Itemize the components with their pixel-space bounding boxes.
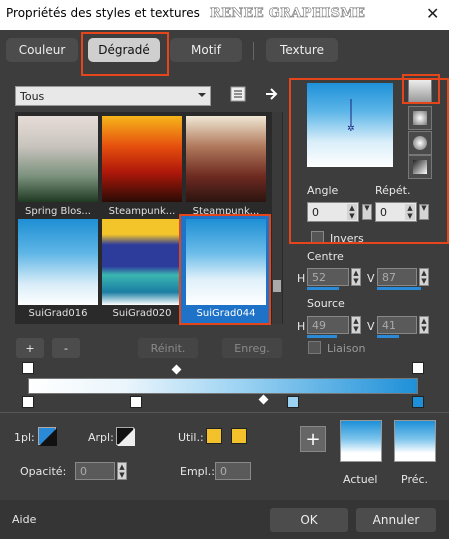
remove-gradient-button[interactable]: - [52,338,80,358]
highlight-tab-frame [81,32,169,76]
source-label: Source [307,297,345,310]
opacity-stepper[interactable]: 0 [75,462,115,480]
gradient-swatch-spring[interactable] [18,116,98,202]
center-h-value: 52 [312,270,326,284]
center-v-value: 87 [382,270,396,284]
tab-divider [253,42,254,60]
center-h-stepper[interactable]: 52 [307,268,349,286]
chevron-down-icon [198,93,206,97]
link-checkbox[interactable] [308,341,321,354]
library-scrollbar[interactable] [272,112,282,324]
close-button[interactable]: ✕ [426,4,439,23]
source-v-slider[interactable] [377,335,399,338]
reset-button[interactable]: Réinit. [138,338,198,358]
empl-label: Empl.: [180,465,215,478]
add-gradient-button[interactable]: + [16,338,44,358]
color-stop-selected[interactable] [287,396,299,408]
pl-label: 1pl: [14,431,35,444]
divider [0,412,449,413]
tab-bar: Couleur Dégradé Motif Texture [0,30,449,70]
actual-label: Actuel [343,473,378,486]
help-link[interactable]: Aide [12,513,36,526]
center-v-slider[interactable] [377,287,421,290]
category-dropdown[interactable]: Tous [15,86,211,106]
source-h-slider[interactable] [307,335,337,338]
title-bar: Propriétés des styles et textures RENEE … [0,0,449,30]
swatch-label: SuiGrad016 [28,308,88,319]
source-h-value: 49 [312,318,326,332]
util-label: Util.: [178,431,204,444]
util-color-swatch-2[interactable] [231,428,247,444]
spin-arrows-icon[interactable]: ▲ ▼ [419,316,429,334]
previous-gradient-swatch[interactable] [394,420,436,462]
add-to-library-icon[interactable]: + [300,426,326,452]
swatch-label: Spring Blos... [25,206,91,217]
util-color-swatch-1[interactable] [206,428,222,444]
empl-value: 0 [220,464,227,478]
spin-arrows-icon[interactable]: ▲ ▼ [351,268,361,286]
source-h-label: H [297,320,306,333]
tab-couleur[interactable]: Couleur [6,38,78,62]
arrow-right-icon[interactable] [264,86,280,102]
gradient-swatch-suigrad016[interactable] [18,219,98,305]
gradient-editor-bar[interactable] [28,378,418,394]
source-h-stepper[interactable]: 49 [307,316,349,334]
scrollbar-thumb[interactable] [273,280,281,292]
source-v-stepper[interactable]: 41 [377,316,417,334]
highlight-settings-frame [289,78,449,244]
gradient-swatch-suigrad020[interactable] [102,219,182,305]
center-label: Centre [307,250,344,263]
opacity-value: 0 [80,464,87,478]
ok-button[interactable]: OK [270,508,348,532]
opacity-midpoint-handle[interactable] [171,364,182,375]
cancel-button[interactable]: Annuler [356,508,436,532]
tab-motif[interactable]: Motif [170,38,242,62]
source-v-value: 41 [382,318,396,332]
category-selected: Tous [20,89,45,103]
highlight-swatch-frame [179,214,271,325]
empl-field[interactable]: 0 [215,462,251,480]
center-h-label: H [297,272,306,285]
previous-label: Préc. [401,473,429,486]
save-button[interactable]: Enreg. [222,338,282,358]
color-stop-start[interactable] [22,396,34,408]
opacity-stop-start[interactable] [22,362,34,374]
link-label: Liaison [327,342,366,355]
window-title: Propriétés des styles et textures [6,6,200,20]
source-v-label: V [367,320,375,333]
gradient-swatch-steampunk-1[interactable] [102,116,182,202]
color-stop-middle[interactable] [130,396,142,408]
opacity-label: Opacité: [20,465,67,478]
swatch-label: Steampunk... [108,206,176,217]
swatch-label: SuiGrad020 [112,308,172,319]
center-v-label: V [367,272,375,285]
current-gradient-swatch[interactable] [340,420,382,462]
arpl-label: Arpl: [88,431,114,444]
center-v-stepper[interactable]: 87 [377,268,417,286]
dialog-footer: Aide OK Annuler [0,500,449,539]
spin-arrows-icon[interactable]: ▲ ▼ [351,316,361,334]
spin-arrows-icon[interactable]: ▲ ▼ [117,462,127,480]
watermark: RENEE GRAPHISME [210,6,366,22]
tab-texture[interactable]: Texture [266,38,338,62]
pl-shape-icon[interactable] [38,427,57,446]
spin-arrows-icon[interactable]: ▲ ▼ [419,268,429,286]
color-midpoint-handle[interactable] [258,394,269,405]
list-view-icon[interactable] [230,86,246,102]
arpl-shape-icon[interactable] [116,427,135,446]
center-h-slider[interactable] [307,287,339,290]
opacity-stop-end[interactable] [412,362,424,374]
gradient-swatch-steampunk-2[interactable] [186,116,266,202]
color-stop-end[interactable] [412,396,424,408]
